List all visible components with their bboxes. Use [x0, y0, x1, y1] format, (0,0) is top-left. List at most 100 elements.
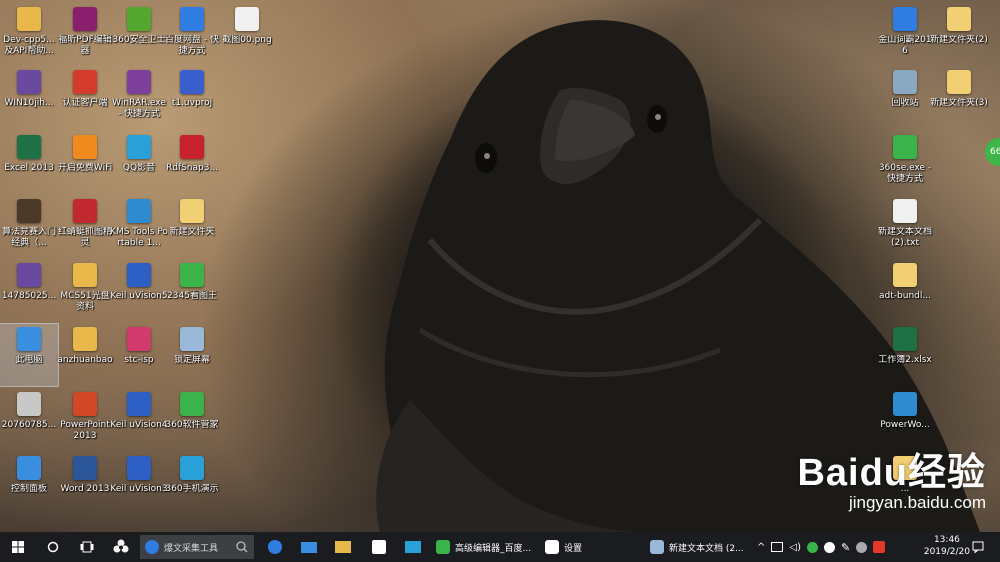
- desktop[interactable]: Dev-cpp5... 及API帮助... 福昕PDF编辑器 360安全卫士 百度网盘…: [0, 0, 1000, 532]
- desktop-icon[interactable]: 工作簿2.xlsx: [876, 324, 934, 386]
- folder-icon: [17, 7, 41, 31]
- watermark-title: Baidu经验: [797, 452, 986, 494]
- desktop-icon-label: Word 2013: [60, 484, 110, 494]
- pen-icon[interactable]: ✎: [841, 541, 850, 554]
- taskbar-store-button[interactable]: [366, 532, 392, 562]
- desktop-icon[interactable]: 红蜻蜓抓图精灵: [56, 196, 114, 258]
- taskbar-desktop-app-button[interactable]: [296, 532, 322, 562]
- auth-client-icon: [73, 70, 97, 94]
- desktop-icon[interactable]: 20760785...: [0, 389, 58, 451]
- desktop-icon[interactable]: Keil uVision3: [110, 453, 168, 515]
- start-button[interactable]: [0, 532, 36, 562]
- folder-icon: [73, 327, 97, 351]
- desktop-icon[interactable]: PowerWo...: [876, 389, 934, 451]
- desktop-icon[interactable]: 14785025...: [0, 260, 58, 322]
- desktop-icon-label: 百度网盘 - 快捷方式: [165, 35, 219, 56]
- desktop-icon[interactable]: stc-isp: [110, 324, 168, 386]
- taskbar-search-box[interactable]: 爆文采集工具: [140, 535, 254, 559]
- tray-expand-icon[interactable]: ^: [757, 542, 765, 553]
- desktop-icon[interactable]: 算法竞赛入门经典（...: [0, 196, 58, 258]
- notification-icon: [972, 541, 984, 553]
- clock-time: 13:46: [933, 535, 960, 545]
- action-center-button[interactable]: [968, 532, 988, 562]
- desktop-icon[interactable]: 360安全卫士: [110, 4, 168, 66]
- desktop-icon[interactable]: QQ影音: [110, 132, 168, 194]
- desktop-icon[interactable]: 开启免费WiFi: [56, 132, 114, 194]
- sogou-icon[interactable]: [873, 541, 886, 553]
- desktop-icon-label: WinRAR.exe - 快捷方式: [112, 98, 166, 119]
- task-label: 新建文本文档 (2...: [669, 543, 744, 554]
- flower-app-icon: [113, 539, 129, 553]
- desktop-icon[interactable]: Dev-cpp5... 及API帮助...: [0, 4, 58, 66]
- volume-icon[interactable]: ◁): [789, 542, 801, 553]
- task-app-icon: [545, 540, 559, 554]
- cortana-button[interactable]: [36, 532, 70, 562]
- 360-tray-icon[interactable]: [806, 541, 818, 553]
- desktop-icon[interactable]: WinRAR.exe - 快捷方式: [110, 67, 168, 129]
- desktop-icon-label: 认证客户端: [62, 98, 108, 108]
- desktop-icon[interactable]: 锁定屏幕: [163, 324, 221, 386]
- jinshan-ciba-icon: [893, 7, 917, 31]
- task-app-icon: [650, 540, 664, 554]
- desktop-icon[interactable]: 金山词霸2016: [876, 4, 934, 66]
- desktop-icon[interactable]: 2345看图王: [163, 260, 221, 322]
- cube-app-icon: [893, 392, 917, 416]
- desktop-icon-label: 新建文件夹(3): [930, 98, 988, 108]
- network-icon[interactable]: [771, 542, 784, 552]
- keil-project-icon: [180, 70, 204, 94]
- desktop-icon[interactable]: 认证客户端: [56, 67, 114, 129]
- taskbar-clock[interactable]: 13:46 2019/2/20: [924, 534, 970, 558]
- task-view-button[interactable]: [70, 532, 104, 562]
- desktop-icon[interactable]: Excel 2013: [0, 132, 58, 194]
- desktop-icon[interactable]: anzhuanbao: [56, 324, 114, 386]
- desktop-icon-label: 控制面板: [10, 484, 47, 494]
- search-icon: [236, 541, 248, 553]
- close-circle-icon[interactable]: [856, 541, 868, 553]
- desktop-icon[interactable]: Keil uVision5: [110, 260, 168, 322]
- desktop-icon[interactable]: KMS Tools Portable 1...: [110, 196, 168, 258]
- excel-icon: [17, 135, 41, 159]
- desktop-icon[interactable]: 360se.exe - 快捷方式: [876, 132, 934, 194]
- desktop-icon[interactable]: 360手机演示: [163, 453, 221, 515]
- desktop-icon[interactable]: t1.uvproj: [163, 67, 221, 129]
- desktop-icon[interactable]: 此电脑: [0, 323, 59, 387]
- desktop-icon[interactable]: 360软件管家: [163, 389, 221, 451]
- desktop-icon-label: stc-isp: [124, 355, 154, 365]
- taskbar-task-button[interactable]: 新建文本文档 (2...: [650, 532, 758, 562]
- desktop-icon[interactable]: 回收站: [876, 67, 934, 129]
- desktop-icon[interactable]: WIN10jih...: [0, 67, 58, 129]
- desktop-icon[interactable]: 新建文本文档 (2).txt: [876, 196, 934, 258]
- monitor-app-icon: [301, 541, 317, 553]
- desktop-icon[interactable]: 新建文件夹(3): [930, 67, 988, 129]
- desktop-icon[interactable]: 新建文件夹(2): [930, 4, 988, 66]
- word-icon: [73, 456, 97, 480]
- desktop-icon[interactable]: 福昕PDF编辑器: [56, 4, 114, 66]
- cortana-circle-icon: [47, 541, 59, 553]
- desktop-icon[interactable]: MCS51光盘资料: [56, 260, 114, 322]
- pinned-app-button[interactable]: [104, 532, 138, 562]
- edge-search-icon: [145, 540, 159, 554]
- media-app-icon: [405, 541, 421, 553]
- desktop-icon[interactable]: 新建文件夹: [163, 196, 221, 258]
- desktop-icon[interactable]: RdfSnap3...: [163, 132, 221, 194]
- desktop-icon[interactable]: Keil uVision4: [110, 389, 168, 451]
- desktop-icon[interactable]: PowerPoint 2013: [56, 389, 114, 451]
- desktop-icon-label: 金山词霸2016: [878, 35, 932, 56]
- taskbar-task-button[interactable]: 高级编辑器_百度...: [436, 532, 538, 562]
- folder-icon: [947, 70, 971, 94]
- taskbar-task-button[interactable]: 设置: [545, 532, 641, 562]
- desktop-icon[interactable]: 控制面板: [0, 453, 58, 515]
- taskbar-media-button[interactable]: [400, 532, 426, 562]
- desktop-icon[interactable]: adt-bundl...: [876, 260, 934, 322]
- stc-isp-icon: [127, 327, 151, 351]
- desktop-icon[interactable]: 截图00.png: [218, 4, 276, 66]
- desktop-icon-label: 锁定屏幕: [173, 355, 210, 365]
- clock-date: 2019/2/20: [923, 547, 970, 557]
- taskbar-edge-button[interactable]: [262, 532, 288, 562]
- desktop-icon[interactable]: Word 2013: [56, 453, 114, 515]
- desktop-icon[interactable]: 百度网盘 - 快捷方式: [163, 4, 221, 66]
- 360-phone-icon: [180, 456, 204, 480]
- input-method-icon[interactable]: [823, 541, 835, 553]
- folder-icon: [180, 199, 204, 223]
- taskbar-explorer-button[interactable]: [330, 532, 356, 562]
